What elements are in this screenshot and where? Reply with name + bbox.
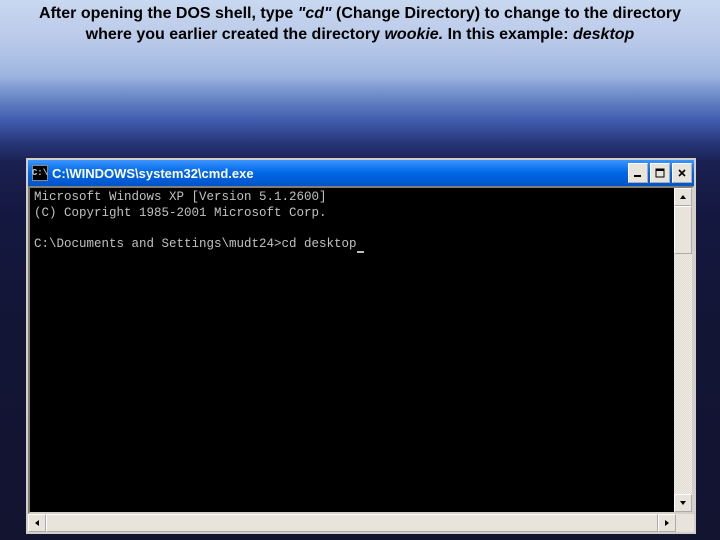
console-prompt: C:\Documents and Settings\mudt24>cd desk…: [34, 237, 357, 251]
console-line1: Microsoft Windows XP [Version 5.1.2600]: [34, 190, 327, 204]
window-controls: [628, 163, 692, 183]
chevron-right-icon: [663, 519, 671, 527]
cmd-icon: C:\: [32, 165, 48, 181]
window-title: C:\WINDOWS\system32\cmd.exe: [52, 166, 628, 181]
instruction-cmd: "cd": [298, 5, 332, 22]
instruction-text: After opening the DOS shell, type "cd" (…: [0, 4, 720, 46]
horizontal-scroll-track[interactable]: [46, 514, 658, 532]
scroll-right-button[interactable]: [658, 514, 676, 532]
minimize-button[interactable]: [628, 163, 648, 183]
chevron-left-icon: [33, 519, 41, 527]
vertical-scrollbar[interactable]: [674, 188, 692, 512]
cmd-window: C:\ C:\WINDOWS\system32\cmd.exe Microsof…: [26, 158, 696, 534]
console-line2: (C) Copyright 1985-2001 Microsoft Corp.: [34, 206, 327, 220]
chevron-down-icon: [679, 499, 687, 507]
instruction-part1: After opening the DOS shell, type: [39, 5, 298, 22]
scroll-up-button[interactable]: [674, 188, 692, 206]
scroll-left-button[interactable]: [28, 514, 46, 532]
titlebar[interactable]: C:\ C:\WINDOWS\system32\cmd.exe: [28, 160, 694, 186]
text-cursor: [357, 241, 364, 253]
maximize-icon: [655, 168, 665, 178]
vertical-scroll-track[interactable]: [674, 206, 692, 494]
console-area: Microsoft Windows XP [Version 5.1.2600] …: [28, 186, 694, 514]
horizontal-scrollbar[interactable]: [28, 514, 694, 532]
close-icon: [677, 168, 687, 178]
scrollbar-corner: [676, 514, 694, 532]
close-button[interactable]: [672, 163, 692, 183]
vertical-scroll-thumb[interactable]: [674, 206, 692, 254]
horizontal-scroll-thumb[interactable]: [46, 514, 658, 532]
scroll-down-button[interactable]: [674, 494, 692, 512]
terminal-output[interactable]: Microsoft Windows XP [Version 5.1.2600] …: [30, 188, 674, 512]
instruction-dir: wookie.: [384, 26, 443, 43]
maximize-button[interactable]: [650, 163, 670, 183]
minimize-icon: [633, 168, 643, 178]
chevron-up-icon: [679, 193, 687, 201]
instruction-part3: In this example:: [443, 26, 573, 43]
instruction-example: desktop: [573, 26, 634, 43]
